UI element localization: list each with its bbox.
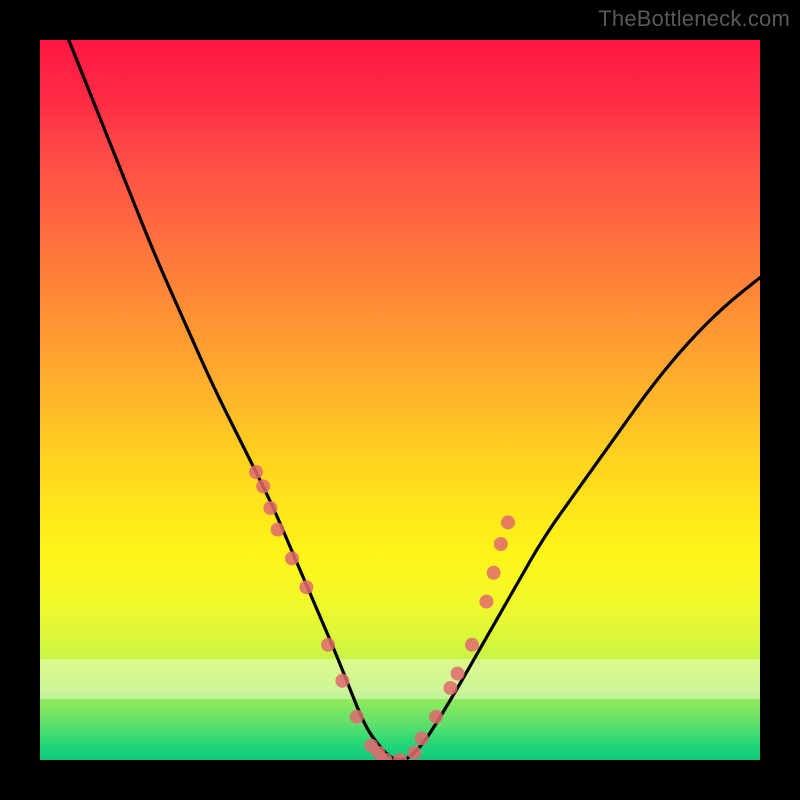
marker-dot bbox=[429, 710, 443, 724]
marker-dot bbox=[335, 674, 349, 688]
marker-dot bbox=[494, 537, 508, 551]
marker-dot bbox=[299, 580, 313, 594]
marker-dot bbox=[465, 638, 479, 652]
chart-frame: TheBottleneck.com bbox=[0, 0, 800, 800]
chart-svg bbox=[40, 40, 760, 760]
marker-dot bbox=[256, 479, 270, 493]
plot-area bbox=[40, 40, 760, 760]
marker-dot bbox=[443, 681, 457, 695]
marker-dot bbox=[321, 638, 335, 652]
marker-dot bbox=[479, 595, 493, 609]
marker-dot bbox=[415, 731, 429, 745]
marker-dot bbox=[451, 667, 465, 681]
marker-dot bbox=[407, 746, 421, 760]
marker-dot bbox=[249, 465, 263, 479]
watermark-text: TheBottleneck.com bbox=[598, 6, 790, 32]
marker-dot bbox=[271, 523, 285, 537]
marker-dot bbox=[393, 753, 407, 760]
marker-dot bbox=[285, 551, 299, 565]
marker-dot bbox=[487, 566, 501, 580]
bottleneck-curve bbox=[69, 40, 760, 760]
marker-dots bbox=[249, 465, 515, 760]
marker-dot bbox=[501, 515, 515, 529]
marker-dot bbox=[350, 710, 364, 724]
marker-dot bbox=[263, 501, 277, 515]
